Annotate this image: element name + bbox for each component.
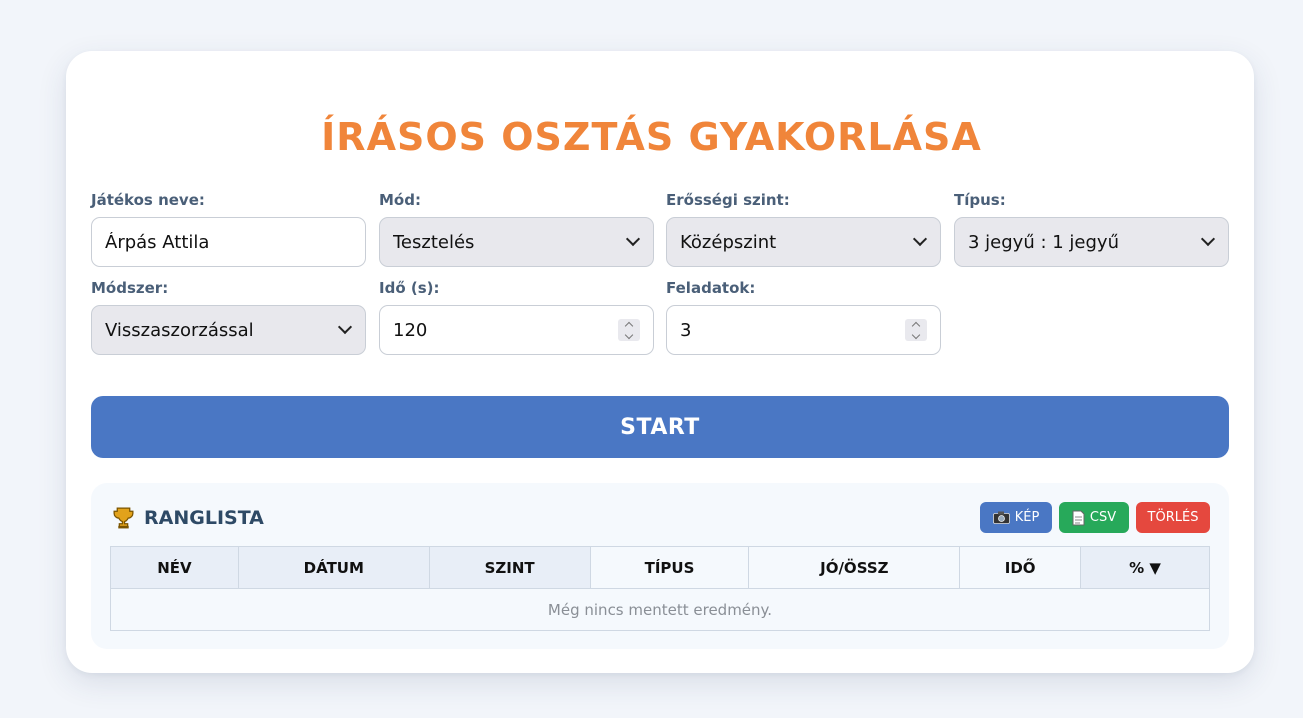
chevron-down-icon xyxy=(625,231,641,247)
time-value: 120 xyxy=(393,319,428,341)
time-label: Idő (s): xyxy=(379,279,440,297)
column-type[interactable]: TÍPUS xyxy=(589,546,750,589)
type-select[interactable]: 3 jegyű : 1 jegyű xyxy=(954,217,1229,267)
tasks-input[interactable]: 3 xyxy=(666,305,941,355)
export-image-label: KÉP xyxy=(1014,510,1040,525)
leaderboard-panel: RANGLISTA KÉP CSV TÖRLÉS NÉV DÁTUM SZINT… xyxy=(91,483,1229,649)
trophy-icon xyxy=(113,507,134,529)
tasks-value: 3 xyxy=(680,319,692,341)
mode-select[interactable]: Tesztelés xyxy=(379,217,654,267)
mode-field: Mód: Tesztelés xyxy=(379,190,654,267)
method-field: Módszer: Visszaszorzással xyxy=(91,278,366,355)
method-label: Módszer: xyxy=(91,279,169,297)
leaderboard-actions: KÉP CSV TÖRLÉS xyxy=(980,502,1210,533)
column-time[interactable]: IDŐ xyxy=(959,546,1082,589)
method-value: Visszaszorzással xyxy=(105,319,254,341)
document-icon xyxy=(1072,510,1085,525)
export-csv-button[interactable]: CSV xyxy=(1059,502,1129,533)
method-select[interactable]: Visszaszorzással xyxy=(91,305,366,355)
export-image-button[interactable]: KÉP xyxy=(980,502,1052,533)
mode-label: Mód: xyxy=(379,191,421,209)
chevron-down-icon xyxy=(337,319,353,335)
level-field: Erősségi szint: Középszint xyxy=(666,190,941,267)
chevron-down-icon xyxy=(912,231,928,247)
start-button[interactable]: START xyxy=(91,396,1229,458)
level-select[interactable]: Középszint xyxy=(666,217,941,267)
player-name-label: Játékos neve: xyxy=(91,191,205,209)
leaderboard-table: NÉV DÁTUM SZINT TÍPUS JÓ/ÖSSZ IDŐ % ▼ Mé… xyxy=(110,546,1210,631)
player-name-field: Játékos neve: Árpás Attila xyxy=(91,190,366,267)
column-level[interactable]: SZINT xyxy=(428,546,591,589)
camera-icon xyxy=(992,511,1010,524)
page-title: ÍRÁSOS OSZTÁS GYAKORLÁSA xyxy=(321,115,982,159)
empty-message: Még nincs mentett eredmény. xyxy=(110,588,1210,631)
column-correct-total[interactable]: JÓ/ÖSSZ xyxy=(748,546,961,589)
level-label: Erősségi szint: xyxy=(666,191,790,209)
column-date[interactable]: DÁTUM xyxy=(237,546,430,589)
time-field: Idő (s): 120 xyxy=(379,278,654,355)
level-value: Középszint xyxy=(680,231,777,253)
table-header-row: NÉV DÁTUM SZINT TÍPUS JÓ/ÖSSZ IDŐ % ▼ xyxy=(110,546,1210,589)
type-value: 3 jegyű : 1 jegyű xyxy=(968,231,1119,253)
chevron-down-icon xyxy=(1200,231,1216,247)
leaderboard-title: RANGLISTA xyxy=(144,506,264,529)
delete-button[interactable]: TÖRLÉS xyxy=(1136,502,1210,533)
player-name-input[interactable]: Árpás Attila xyxy=(91,217,366,267)
table-row: Még nincs mentett eredmény. xyxy=(110,588,1210,631)
number-stepper[interactable] xyxy=(905,319,927,341)
column-name[interactable]: NÉV xyxy=(110,546,239,589)
mode-value: Tesztelés xyxy=(393,231,475,253)
tasks-field: Feladatok: 3 xyxy=(666,278,941,355)
player-name-value: Árpás Attila xyxy=(105,231,210,253)
export-csv-label: CSV xyxy=(1089,510,1117,525)
tasks-label: Feladatok: xyxy=(666,279,756,297)
column-percent[interactable]: % ▼ xyxy=(1080,546,1210,589)
time-input[interactable]: 120 xyxy=(379,305,654,355)
type-field: Típus: 3 jegyű : 1 jegyű xyxy=(954,190,1229,267)
number-stepper[interactable] xyxy=(618,319,640,341)
leaderboard-header: RANGLISTA xyxy=(111,505,264,530)
type-label: Típus: xyxy=(954,191,1006,209)
